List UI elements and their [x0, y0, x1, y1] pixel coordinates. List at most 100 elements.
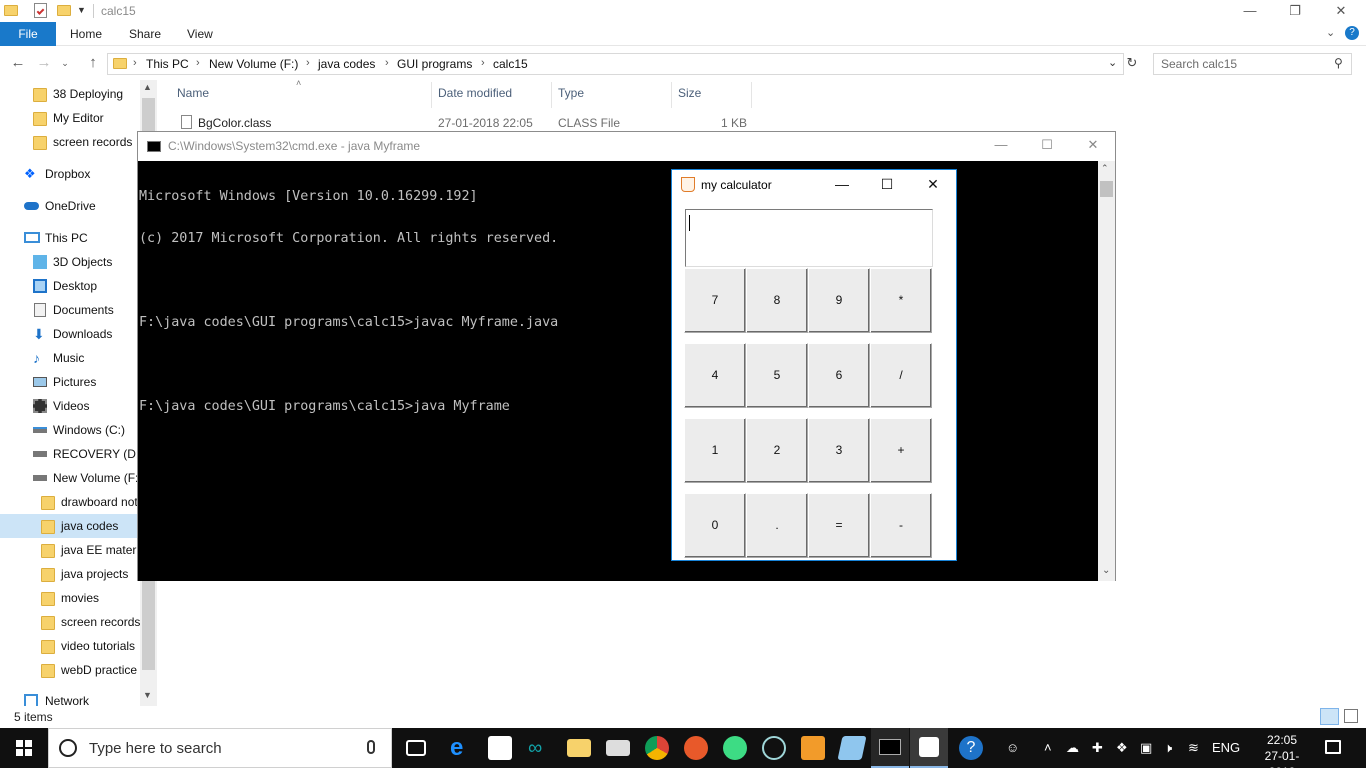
- refresh-icon[interactable]: ↻: [1124, 55, 1140, 73]
- sublime-text-icon[interactable]: [801, 736, 825, 760]
- nav-item-java-codes[interactable]: java codes: [0, 514, 140, 538]
- column-separator[interactable]: [751, 82, 752, 108]
- taskbar-search-box[interactable]: Type here to search: [48, 728, 392, 768]
- nav-item-network[interactable]: Network: [24, 689, 157, 706]
- details-view-icon[interactable]: [1320, 708, 1339, 725]
- close-button[interactable]: ✕: [1318, 0, 1364, 22]
- column-header-type[interactable]: Type: [558, 86, 584, 104]
- key-0[interactable]: 0: [684, 493, 746, 558]
- key-2[interactable]: 2: [746, 418, 808, 483]
- calc-minimize-button[interactable]: —: [819, 170, 865, 199]
- back-arrow-icon[interactable]: ←: [9, 54, 27, 72]
- calc-close-button[interactable]: ✕: [910, 170, 956, 199]
- column-separator[interactable]: [671, 82, 672, 108]
- key-multiply[interactable]: *: [870, 268, 932, 333]
- scroll-up-icon[interactable]: ▲: [143, 82, 152, 92]
- search-box[interactable]: Search calc15 ⚲: [1153, 53, 1352, 75]
- cmd-maximize-button[interactable]: ☐: [1024, 134, 1070, 156]
- breadcrumb-this-pc[interactable]: This PC: [146, 57, 189, 71]
- cmd-close-button[interactable]: ✕: [1070, 134, 1116, 156]
- cmd-minimize-button[interactable]: —: [978, 134, 1024, 156]
- notes-app-icon[interactable]: [837, 736, 867, 760]
- volume-icon[interactable]: 🕨: [1164, 740, 1172, 756]
- scroll-down-icon[interactable]: ▼: [143, 690, 152, 700]
- scroll-up-icon[interactable]: ⌃: [1101, 163, 1109, 174]
- action-center-icon[interactable]: [1325, 740, 1341, 754]
- wifi-icon[interactable]: ≋: [1188, 740, 1199, 756]
- file-explorer-icon[interactable]: [567, 739, 591, 757]
- address-dropdown-icon[interactable]: ⌄: [1108, 56, 1117, 69]
- breadcrumb-gui-programs[interactable]: GUI programs: [397, 57, 472, 71]
- dropbox-tray-icon[interactable]: ❖: [1116, 740, 1128, 756]
- key-divide[interactable]: /: [870, 343, 932, 408]
- breadcrumb-new-volume[interactable]: New Volume (F:): [209, 57, 298, 71]
- new-folder-icon[interactable]: [57, 5, 71, 16]
- column-separator[interactable]: [551, 82, 552, 108]
- tab-home[interactable]: Home: [70, 22, 102, 46]
- security-tray-icon[interactable]: ✚: [1092, 740, 1103, 756]
- calculator-display[interactable]: [685, 209, 933, 267]
- key-6[interactable]: 6: [808, 343, 870, 408]
- restore-button[interactable]: ❐: [1272, 0, 1318, 22]
- key-minus[interactable]: -: [870, 493, 932, 558]
- file-row[interactable]: BgColor.class 27-01-2018 22:05 CLASS Fil…: [176, 114, 751, 132]
- tab-share[interactable]: Share: [129, 22, 161, 46]
- forward-arrow-icon[interactable]: →: [35, 54, 53, 72]
- onedrive-tray-icon[interactable]: ☁: [1066, 740, 1079, 756]
- breadcrumb-java-codes[interactable]: java codes: [318, 57, 375, 71]
- start-button[interactable]: [0, 728, 48, 768]
- key-4[interactable]: 4: [684, 343, 746, 408]
- microphone-icon[interactable]: [367, 740, 375, 754]
- mail-icon[interactable]: [606, 740, 630, 756]
- tab-view[interactable]: View: [187, 22, 213, 46]
- column-header-date[interactable]: Date modified: [438, 86, 512, 104]
- calc-maximize-button[interactable]: ☐: [864, 170, 910, 199]
- cmd-scrollbar-thumb[interactable]: [1100, 181, 1113, 197]
- recent-locations-icon[interactable]: ⌄: [56, 54, 74, 72]
- address-bar[interactable]: › This PC › New Volume (F:) › java codes…: [107, 53, 1124, 75]
- quick-access-dropdown-icon[interactable]: ▼: [77, 5, 86, 15]
- edge-icon[interactable]: e: [450, 736, 474, 760]
- nav-item-38-deploying[interactable]: 38 Deploying: [33, 82, 157, 106]
- help-app-icon[interactable]: ?: [959, 736, 983, 760]
- key-equals[interactable]: =: [808, 493, 870, 558]
- key-1[interactable]: 1: [684, 418, 746, 483]
- language-indicator[interactable]: ENG: [1212, 740, 1240, 755]
- help-icon[interactable]: ?: [1345, 26, 1359, 40]
- column-separator[interactable]: [431, 82, 432, 108]
- usb-tray-icon[interactable]: ▣: [1140, 740, 1152, 756]
- key-5[interactable]: 5: [746, 343, 808, 408]
- android-studio-icon[interactable]: [723, 736, 747, 760]
- minimize-button[interactable]: —: [1227, 0, 1273, 22]
- nav-item-my-editor[interactable]: My Editor: [33, 106, 157, 130]
- breadcrumb-calc15[interactable]: calc15: [493, 57, 528, 71]
- settings-app-icon[interactable]: [762, 736, 786, 760]
- task-view-icon[interactable]: [406, 740, 426, 756]
- calculator-titlebar[interactable]: my calculator — ☐ ✕: [672, 170, 956, 199]
- scroll-down-icon[interactable]: ⌄: [1102, 565, 1110, 576]
- cmd-taskbar-button[interactable]: [871, 728, 909, 768]
- show-hidden-icons-icon[interactable]: ˄: [1044, 740, 1052, 755]
- large-icons-view-icon[interactable]: [1344, 709, 1358, 723]
- key-plus[interactable]: +: [870, 418, 932, 483]
- key-decimal[interactable]: .: [746, 493, 808, 558]
- clock[interactable]: 22:05 27-01-2018: [1253, 732, 1311, 768]
- tab-file[interactable]: File: [0, 22, 56, 46]
- properties-icon[interactable]: [34, 3, 47, 18]
- key-7[interactable]: 7: [684, 268, 746, 333]
- store-icon[interactable]: [488, 736, 512, 760]
- cmd-scrollbar[interactable]: ⌃ ⌄: [1098, 161, 1115, 581]
- column-header-size[interactable]: Size: [678, 86, 701, 104]
- java-taskbar-button[interactable]: [910, 728, 948, 768]
- paint-icon[interactable]: [684, 736, 708, 760]
- chrome-icon[interactable]: [645, 736, 669, 760]
- key-8[interactable]: 8: [746, 268, 808, 333]
- key-9[interactable]: 9: [808, 268, 870, 333]
- ribbon-expand-icon[interactable]: ⌄: [1326, 26, 1335, 39]
- arduino-icon[interactable]: ∞: [528, 736, 552, 760]
- key-3[interactable]: 3: [808, 418, 870, 483]
- people-icon[interactable]: ☺: [1006, 740, 1019, 755]
- up-arrow-icon[interactable]: ↑: [84, 54, 102, 72]
- cmd-titlebar[interactable]: C:\Windows\System32\cmd.exe - java Myfra…: [138, 132, 1115, 161]
- column-header-name[interactable]: Name: [177, 86, 209, 104]
